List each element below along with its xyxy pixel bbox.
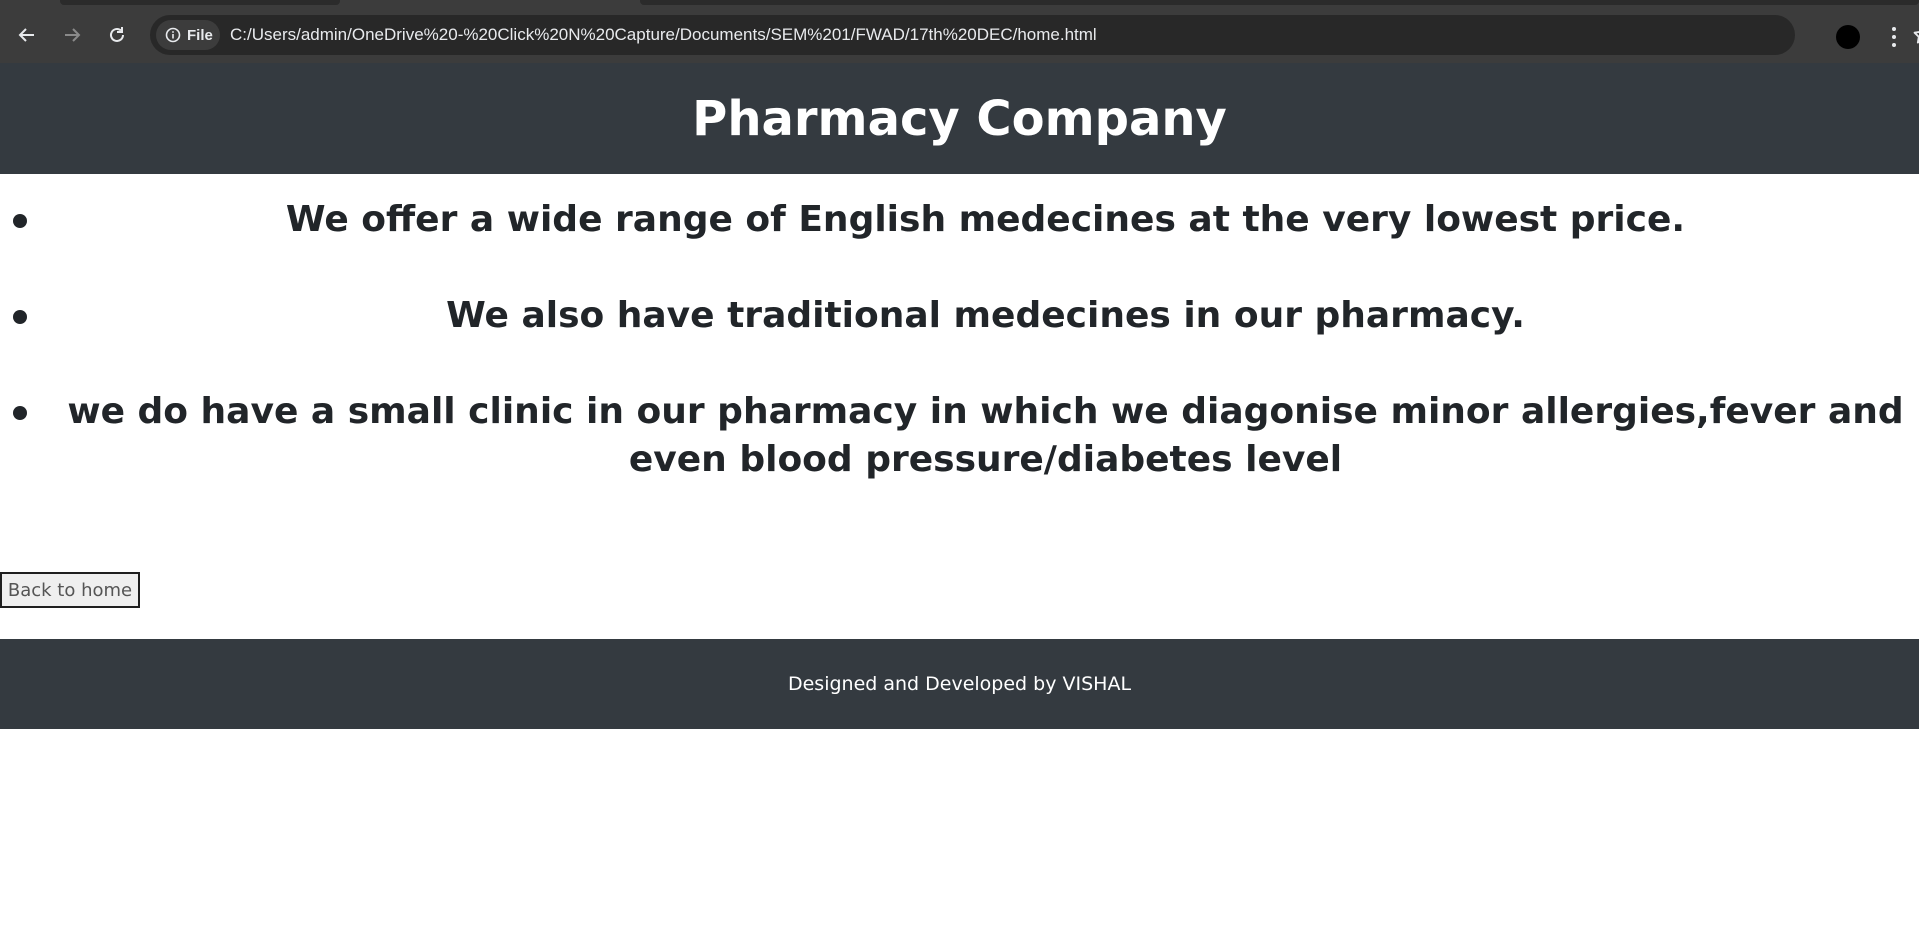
bullet-icon	[13, 406, 27, 420]
info-icon	[165, 27, 181, 43]
feature-text: we do have a small clinic in our pharmac…	[67, 391, 1904, 480]
reload-icon[interactable]	[105, 23, 129, 47]
back-arrow-icon[interactable]	[15, 23, 39, 47]
list-item: we do have a small clinic in our pharmac…	[0, 388, 1919, 484]
feature-text: We also have traditional medecines in ou…	[446, 295, 1525, 336]
site-info-chip[interactable]: File	[156, 20, 220, 50]
address-bar[interactable]: File C:/Users/admin/OneDrive%20-%20Click…	[150, 15, 1919, 55]
site-header: Pharmacy Company	[0, 63, 1919, 174]
feature-text: We offer a wide range of English medecin…	[285, 199, 1686, 240]
kebab-menu-icon[interactable]	[1882, 23, 1906, 51]
site-chip-label: File	[187, 26, 213, 44]
forward-arrow-icon[interactable]	[60, 23, 84, 47]
star-icon[interactable]	[1911, 23, 1919, 47]
back-to-home-button[interactable]: Back to home	[0, 572, 140, 608]
list-item: We offer a wide range of English medecin…	[0, 196, 1919, 244]
bullet-icon	[13, 214, 27, 228]
feature-list: We offer a wide range of English medecin…	[0, 196, 1919, 532]
bullet-icon	[13, 310, 27, 324]
site-footer: Designed and Developed by VISHAL	[0, 639, 1919, 729]
footer-credit: Designed and Developed by VISHAL	[787, 673, 1132, 695]
list-item: We also have traditional medecines in ou…	[0, 292, 1919, 340]
profile-avatar[interactable]	[1836, 25, 1860, 49]
browser-toolbar: File C:/Users/admin/OneDrive%20-%20Click…	[0, 5, 1919, 63]
url-text[interactable]: C:/Users/admin/OneDrive%20-%20Click%20N%…	[230, 15, 1097, 55]
page-title: Pharmacy Company	[692, 90, 1227, 147]
browser-chrome: File C:/Users/admin/OneDrive%20-%20Click…	[0, 0, 1919, 63]
